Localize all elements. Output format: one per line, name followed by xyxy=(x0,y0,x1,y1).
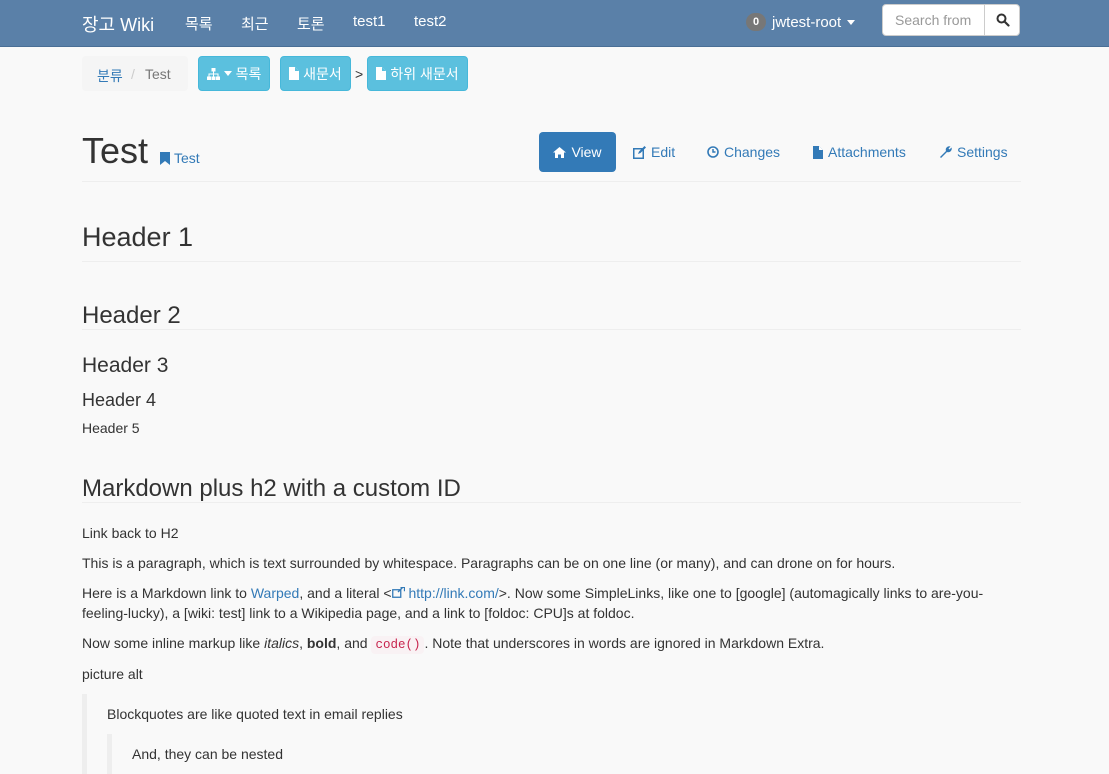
heading-3: Header 3 xyxy=(82,354,169,377)
file-icon xyxy=(376,67,387,80)
paragraph-3-text: , xyxy=(299,635,307,651)
tab-edit[interactable]: Edit xyxy=(633,132,675,172)
caret-down-icon xyxy=(847,19,856,25)
heading-1-divider xyxy=(82,261,1021,262)
bold-text: bold xyxy=(306,635,337,651)
notification-badge: 0 xyxy=(746,13,766,31)
file-icon xyxy=(813,145,823,159)
literal-url-link[interactable]: http://link.com/ xyxy=(408,585,498,601)
tab-view-label: View xyxy=(571,144,602,160)
heading-4: Header 4 xyxy=(82,390,157,410)
tab-attachments[interactable]: Attachments xyxy=(813,132,906,172)
search-input[interactable] xyxy=(883,5,983,35)
home-icon xyxy=(553,146,567,158)
username: jwtest-root xyxy=(772,13,842,31)
breadcrumb-category-link[interactable]: 분류 xyxy=(97,66,123,86)
search-box xyxy=(882,4,1020,36)
tab-view[interactable]: View xyxy=(539,132,616,172)
paragraph-1: This is a paragraph, which is text surro… xyxy=(82,555,896,571)
external-link-icon xyxy=(391,585,405,598)
heading-custom-id: Markdown plus h2 with a custom ID xyxy=(82,475,461,502)
breadcrumb-separator: / xyxy=(131,66,135,82)
new-document-label: 새문서 xyxy=(303,65,342,82)
heading-2-divider xyxy=(82,329,1021,330)
paragraph-3-text: . Note that underscores in words are ign… xyxy=(424,635,825,651)
edit-icon xyxy=(633,145,646,159)
heading-custom-divider xyxy=(82,502,1021,503)
paragraph-2-text: Here is a Markdown link to xyxy=(82,585,251,601)
title-divider xyxy=(82,181,1021,182)
new-child-document-label: 하위 새문서 xyxy=(390,65,459,82)
user-menu[interactable]: 0 jwtest-root xyxy=(746,13,856,31)
tab-edit-label: Edit xyxy=(651,144,676,160)
inline-code: code() xyxy=(371,636,425,654)
bookmark-icon xyxy=(160,151,170,165)
picture-alt-text: picture alt xyxy=(82,666,143,682)
search-button[interactable] xyxy=(984,5,1021,35)
tab-settings[interactable]: Settings xyxy=(939,132,1008,172)
page-tag-label: Test xyxy=(174,150,200,166)
list-button-label: 목록 xyxy=(235,65,262,82)
link-back-to-h2[interactable]: Link back to H2 xyxy=(82,523,179,543)
heading-2: Header 2 xyxy=(82,302,181,329)
heading-1: Header 1 xyxy=(82,222,194,252)
new-child-document-button[interactable]: 하위 새문서 xyxy=(367,56,468,91)
wrench-icon xyxy=(940,145,952,158)
breadcrumb-arrow: > xyxy=(355,66,364,82)
paragraph-3-text: , and xyxy=(336,635,372,651)
heading-5: Header 5 xyxy=(82,420,140,436)
tab-changes-label: Changes xyxy=(724,144,781,160)
breadcrumb: 분류 / Test xyxy=(82,56,188,91)
tab-attachments-label: Attachments xyxy=(828,144,906,160)
nav-link-recent[interactable]: 최근 xyxy=(241,13,269,34)
paragraph-2: Here is a Markdown link to Warped, and a… xyxy=(82,583,1021,623)
nav-link-test1[interactable]: test1 xyxy=(353,13,386,30)
clock-icon xyxy=(707,146,719,158)
caret-down-icon xyxy=(223,71,232,76)
brand-link[interactable]: 장고 Wiki xyxy=(82,11,154,37)
tab-settings-label: Settings xyxy=(957,144,1008,160)
page-title: Test xyxy=(82,130,149,171)
italic-text: italics xyxy=(264,635,300,651)
nav-link-test2[interactable]: test2 xyxy=(414,13,447,30)
tab-changes[interactable]: Changes xyxy=(707,132,780,172)
page-tag-link[interactable]: Test xyxy=(160,150,200,166)
nav-link-discussion[interactable]: 토론 xyxy=(297,13,325,34)
sitemap-icon xyxy=(206,67,220,80)
file-icon xyxy=(289,67,300,80)
warped-link[interactable]: Warped xyxy=(251,585,300,601)
search-icon xyxy=(996,13,1010,27)
new-document-button[interactable]: 새문서 xyxy=(280,56,351,91)
paragraph-3: Now some inline markup like italics, bol… xyxy=(82,633,1021,655)
top-navbar: 장고 Wiki 목록 최근 토론 test1 test2 0 jwtest-ro… xyxy=(0,0,1109,47)
paragraph-2-text: , and a literal < xyxy=(299,585,392,601)
blockquote-text: Blockquotes are like quoted text in emai… xyxy=(107,706,403,722)
breadcrumb-current: Test xyxy=(145,66,171,82)
paragraph-3-text: Now some inline markup like xyxy=(82,635,265,651)
list-dropdown-button[interactable]: 목록 xyxy=(198,56,270,91)
nested-blockquote-text: And, they can be nested xyxy=(132,746,283,762)
nav-link-list[interactable]: 목록 xyxy=(185,13,213,34)
